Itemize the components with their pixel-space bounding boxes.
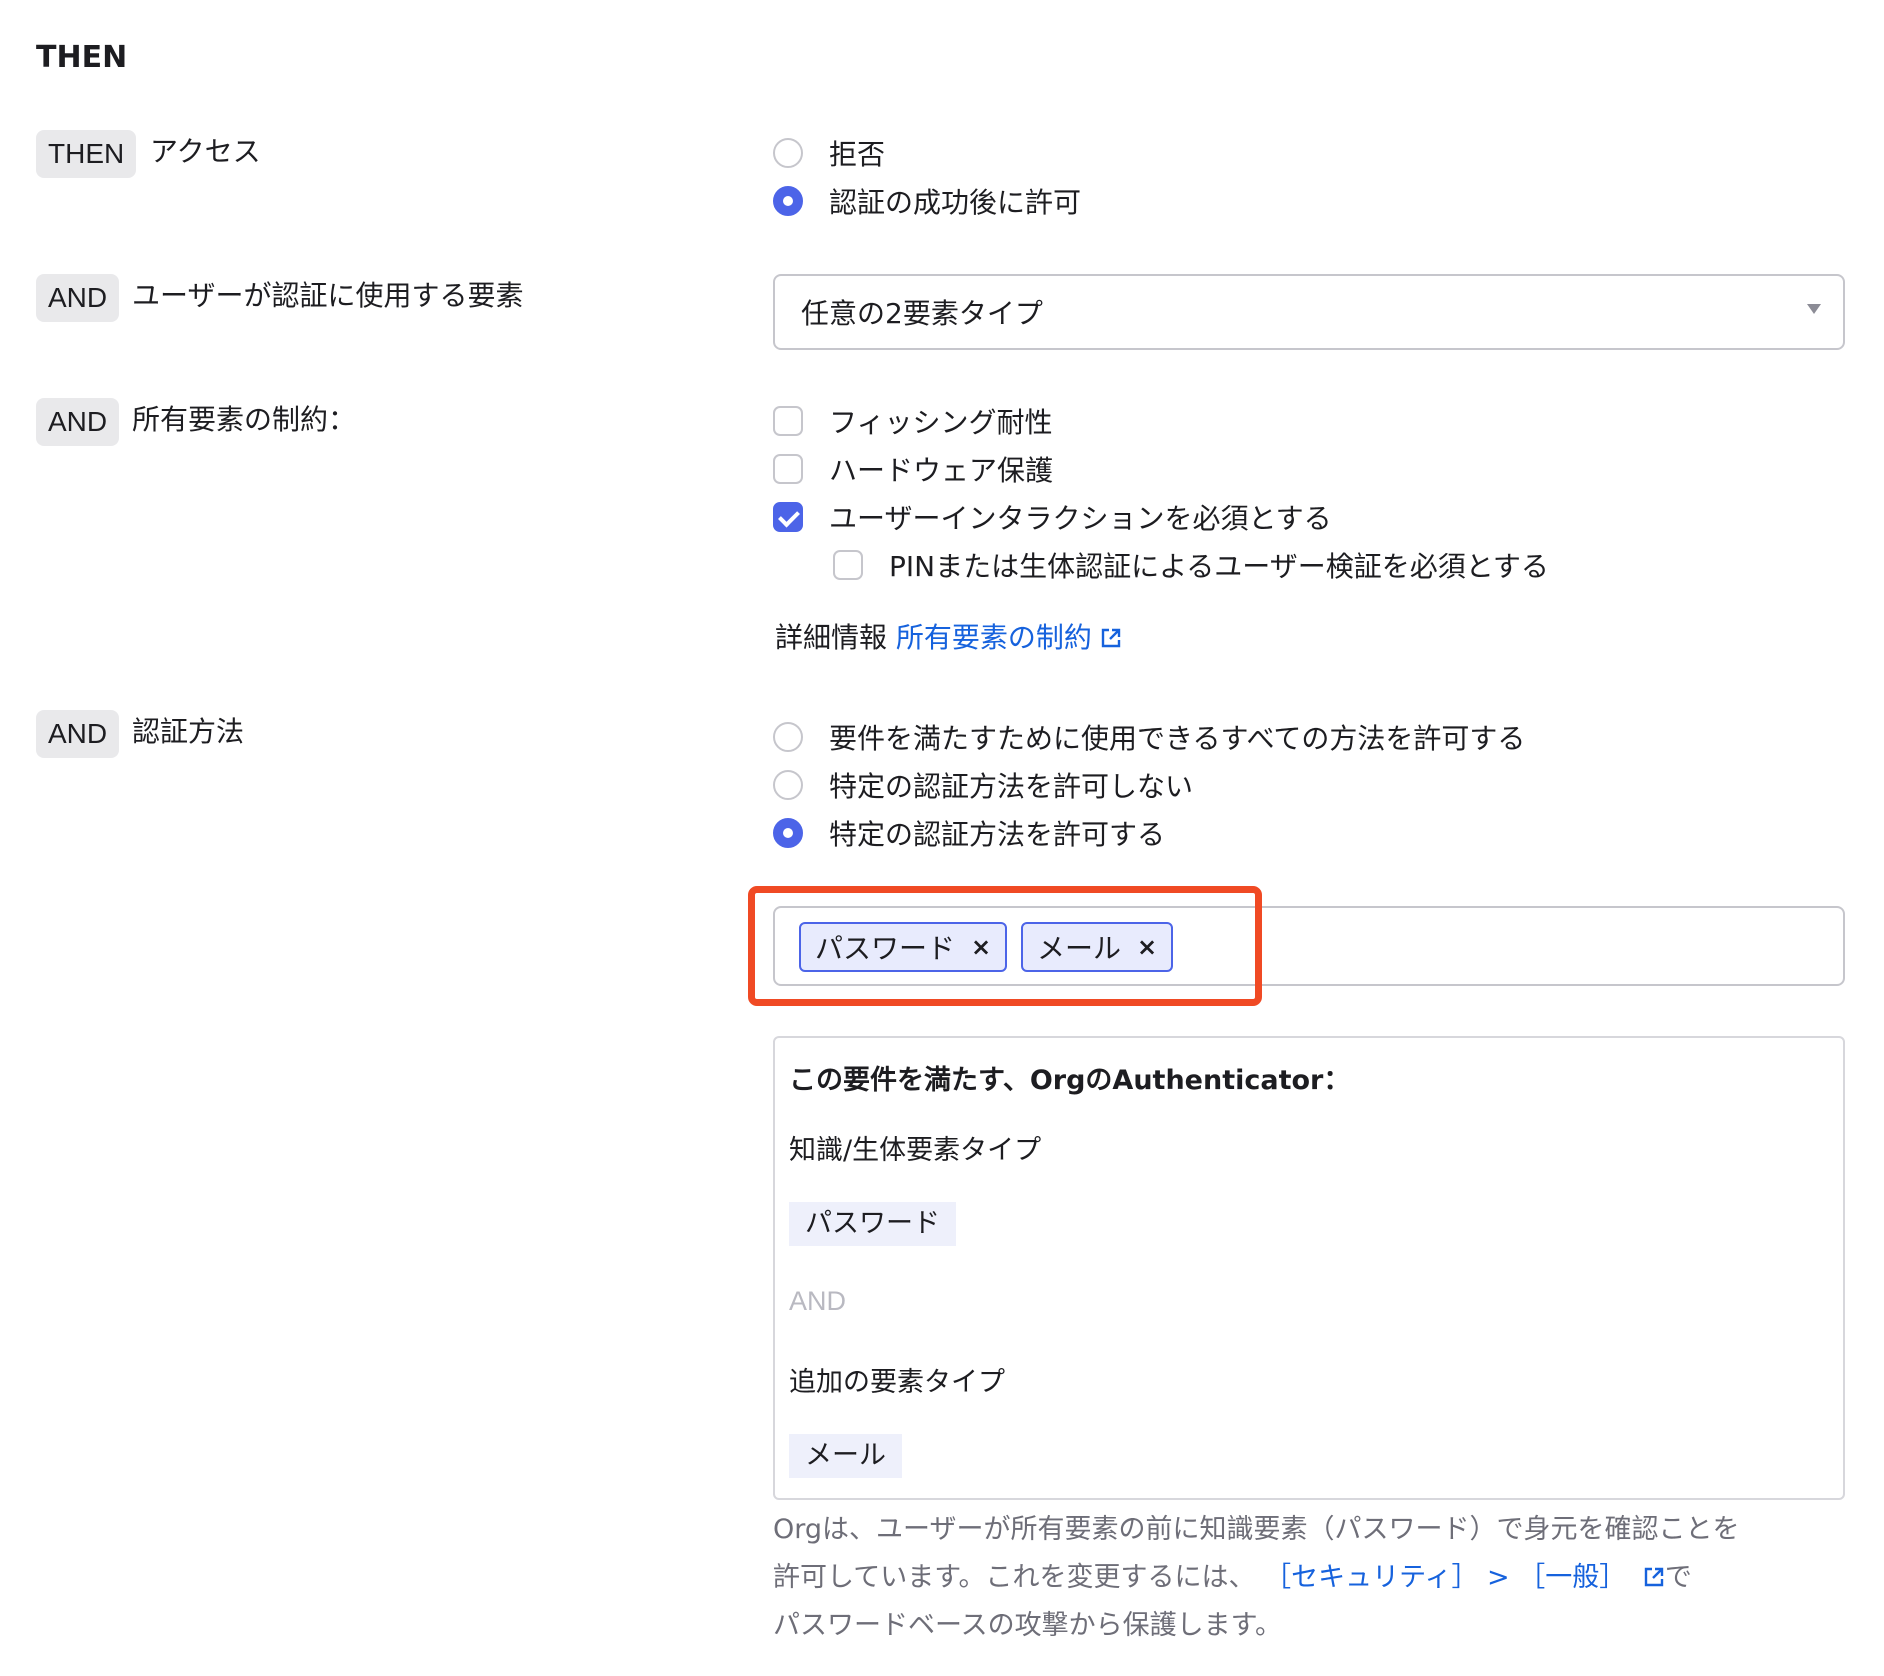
footnote-line2: 許可しています。これを変更するには、 ［セキュリティ］ > ［一般］ で	[773, 1554, 1833, 1602]
radio-allow-any-method[interactable]: 要件を満たすために使用できるすべての方法を許可する	[773, 717, 1525, 757]
checkbox-user-verification-label: PINまたは生体認証によるユーザー検証を必須とする	[889, 550, 1549, 583]
then-tag: THEN	[36, 130, 137, 178]
and-tag-constraints: AND	[36, 398, 120, 446]
external-link-icon	[1644, 1567, 1664, 1587]
radio-allow-any-method-indicator[interactable]	[773, 722, 803, 752]
section-title: THEN	[36, 40, 128, 75]
possession-constraints-link-text[interactable]: 所有要素の制約	[896, 621, 1092, 654]
and-separator: AND	[789, 1286, 847, 1316]
factor-type-select-value: 任意の2要素タイプ	[801, 297, 1043, 330]
access-label: アクセス	[150, 135, 261, 168]
checkbox-phishing-resistant-box[interactable]	[773, 406, 803, 436]
radio-disallow-specific-label: 特定の認証方法を許可しない	[829, 770, 1194, 803]
chevron-down-icon	[1807, 304, 1821, 314]
and-tag-methods: AND	[36, 710, 120, 758]
footnote-line2-prefix: 許可しています。これを変更するには、	[773, 1562, 1256, 1593]
footnote-line3: パスワードベースの攻撃から保護します。	[773, 1610, 1282, 1641]
checkbox-user-verification-box[interactable]	[833, 550, 863, 580]
info-title: この要件を満たす、OrgのAuthenticator：	[789, 1065, 1351, 1096]
constraints-label: 所有要素の制約：	[132, 403, 357, 436]
checkbox-hardware-protected-box[interactable]	[773, 454, 803, 484]
radio-allow-after-auth-indicator[interactable]	[773, 186, 803, 216]
knowledge-factor-label: 知識/生体要素タイプ	[789, 1135, 1042, 1166]
checkbox-user-interaction-label: ユーザーインタラクションを必須とする	[829, 502, 1332, 535]
radio-deny-indicator[interactable]	[773, 138, 803, 168]
checkbox-hardware-protected-label: ハードウェア保護	[829, 454, 1054, 487]
additional-factor-item: メール	[789, 1434, 902, 1478]
checkbox-hardware-protected[interactable]: ハードウェア保護	[773, 449, 1053, 489]
possession-constraints-link[interactable]: 所有要素の制約	[896, 621, 1122, 654]
checkbox-phishing-resistant-label: フィッシング耐性	[829, 406, 1053, 439]
checkbox-user-interaction[interactable]: ユーザーインタラクションを必須とする	[773, 497, 1332, 537]
more-info-label: 詳細情報	[775, 621, 888, 654]
radio-deny[interactable]: 拒否	[773, 133, 885, 173]
methods-label: 認証方法	[132, 715, 245, 748]
factor-type-select[interactable]: 任意の2要素タイプ	[773, 274, 1845, 350]
radio-allow-specific-indicator[interactable]	[773, 818, 803, 848]
additional-factor-label: 追加の要素タイプ	[789, 1367, 1005, 1398]
checkbox-phishing-resistant[interactable]: フィッシング耐性	[773, 401, 1052, 441]
security-general-link[interactable]: ［セキュリティ］ > ［一般］	[1264, 1562, 1626, 1593]
knowledge-factor-item: パスワード	[789, 1202, 956, 1246]
footnote-line2-suffix: で	[1664, 1562, 1692, 1593]
radio-disallow-specific-indicator[interactable]	[773, 770, 803, 800]
radio-allow-specific[interactable]: 特定の認証方法を許可する	[773, 813, 1165, 853]
radio-allow-any-method-label: 要件を満たすために使用できるすべての方法を許可する	[829, 722, 1526, 755]
radio-allow-after-auth[interactable]: 認証の成功後に許可	[773, 181, 1081, 221]
radio-allow-after-auth-label: 認証の成功後に許可	[829, 186, 1082, 219]
checkbox-user-interaction-box[interactable]	[773, 502, 803, 532]
radio-allow-specific-label: 特定の認証方法を許可する	[829, 818, 1166, 851]
footnote-line1: Orgは、ユーザーが所有要素の前に知識要素（パスワード）で身元を確認ことを	[773, 1514, 1740, 1545]
radio-disallow-specific[interactable]: 特定の認証方法を許可しない	[773, 765, 1193, 805]
factors-label: ユーザーが認証に使用する要素	[132, 279, 524, 312]
radio-deny-label: 拒否	[829, 138, 886, 171]
authenticator-info-panel: この要件を満たす、OrgのAuthenticator： 知識/生体要素タイプ パ…	[773, 1036, 1845, 1500]
footnote: Orgは、ユーザーが所有要素の前に知識要素（パスワード）で身元を確認ことを 許可…	[773, 1506, 1833, 1650]
more-info: 詳細情報 所有要素の制約	[775, 616, 1122, 656]
checkbox-user-verification[interactable]: PINまたは生体認証によるユーザー検証を必須とする	[833, 545, 1549, 585]
highlight-box	[748, 886, 1262, 1006]
and-tag-factors: AND	[36, 274, 120, 322]
external-link-icon	[1101, 628, 1121, 648]
